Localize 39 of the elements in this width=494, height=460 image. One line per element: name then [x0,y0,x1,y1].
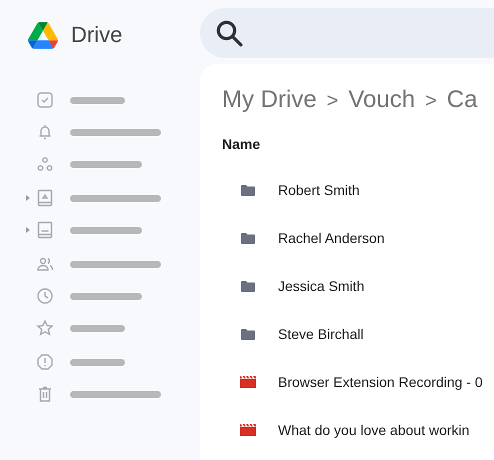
star-icon[interactable] [36,319,54,337]
placeholder-bar [70,292,142,300]
placeholder-bar [70,358,125,366]
file-name[interactable]: Browser Extension Recording - 0 [278,374,483,390]
breadcrumb-separator: > [326,90,338,113]
drive-logo-icon [28,22,58,48]
caret-icon[interactable] [26,227,30,233]
breadcrumb-item[interactable]: Ca [446,86,478,114]
film-icon [240,376,256,388]
file-name[interactable]: What do you love about workin [278,422,470,438]
check-square-icon[interactable] [36,91,54,109]
drive-folder-icon[interactable] [36,189,54,207]
file-name[interactable]: Rachel Anderson [278,230,385,246]
file-name[interactable]: Steve Birchall [278,326,364,342]
placeholder-bar [70,96,125,104]
search-icon [214,18,244,48]
placeholder-bar [70,324,125,332]
placeholder-bar [70,226,142,234]
folder-icon [240,184,256,196]
alert-icon[interactable] [36,353,54,371]
film-icon [240,424,256,436]
caret-icon[interactable] [26,195,30,201]
shared-drive-icon[interactable] [36,221,54,239]
circles-icon[interactable] [36,155,54,173]
folder-icon [240,328,256,340]
placeholder-bar [70,160,142,168]
folder-icon [240,280,256,292]
column-header[interactable]: Name [222,136,260,152]
trash-icon[interactable] [36,385,54,403]
people-icon[interactable] [36,255,54,273]
folder-icon [240,232,256,244]
file-name[interactable]: Robert Smith [278,182,360,198]
search-field[interactable] [200,8,494,58]
app-name: Drive [71,22,122,48]
breadcrumb-item[interactable]: My Drive [222,86,317,114]
file-name[interactable]: Jessica Smith [278,278,364,294]
breadcrumb-item[interactable]: Vouch [348,86,416,114]
breadcrumb-separator: > [425,90,437,113]
clock-icon[interactable] [36,287,54,305]
